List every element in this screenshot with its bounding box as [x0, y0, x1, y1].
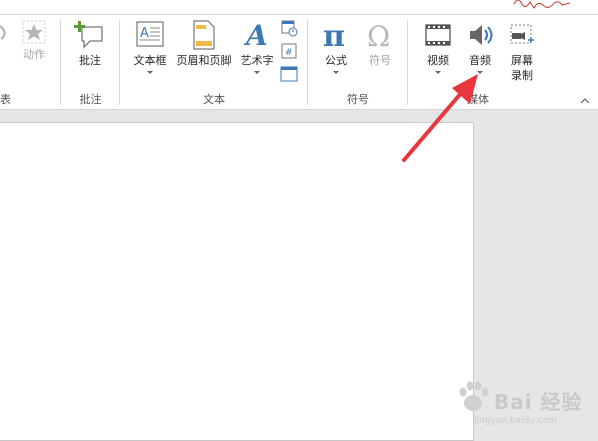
group-label-media: 媒体	[467, 93, 489, 106]
ribbon: 动作 表 批注 批注 A 文本框 页眉和页脚 A 艺术字 # 文本 π 公式 Ω…	[0, 0, 598, 110]
textbox-icon: A	[136, 21, 164, 47]
equation-button[interactable]: π 公式	[316, 19, 356, 74]
wordart-icon: A	[243, 19, 268, 51]
group-label-text: 文本	[203, 93, 225, 106]
chevron-down-icon	[333, 71, 339, 74]
slide-number-icon: #	[281, 43, 297, 59]
star-icon	[22, 20, 46, 44]
svg-text:π: π	[323, 19, 345, 51]
equation-label: 公式	[325, 54, 347, 67]
symbol-label: 符号	[369, 54, 391, 67]
svg-text:A: A	[243, 19, 268, 51]
slide-canvas[interactable]	[0, 122, 474, 441]
group-comments: 批注 批注	[61, 15, 120, 110]
audio-label: 音频	[469, 54, 491, 67]
comment-button[interactable]: 批注	[70, 19, 110, 68]
action-button[interactable]: 动作	[14, 19, 54, 62]
slide-workspace	[0, 110, 598, 441]
comment-label: 批注	[79, 54, 101, 67]
audio-button[interactable]: 音频	[460, 19, 500, 74]
screen-recording-label-line2: 录制	[511, 69, 533, 82]
film-icon	[425, 24, 451, 46]
header-footer-label: 页眉和页脚	[176, 54, 232, 67]
speaker-icon	[470, 25, 493, 45]
video-button[interactable]: 视频	[418, 19, 458, 74]
chevron-down-icon	[435, 71, 441, 74]
screen-recording-icon	[510, 24, 534, 44]
pi-icon: π	[323, 19, 345, 51]
video-label: 视频	[427, 54, 449, 67]
omega-icon: Ω	[367, 20, 390, 51]
link-icon	[0, 25, 6, 40]
action-label: 动作	[23, 48, 45, 61]
header-footer-button[interactable]: 页眉和页脚	[172, 19, 236, 68]
svg-text:A: A	[140, 26, 149, 41]
symbol-button[interactable]: Ω 符号	[360, 19, 400, 68]
group-cut-left: 动作 表	[0, 15, 61, 110]
date-time-button[interactable]	[280, 19, 298, 37]
group-label-symbols: 符号	[347, 93, 369, 106]
calendar-clock-icon	[281, 20, 298, 37]
screen-recording-label-line1: 屏幕	[511, 54, 533, 67]
collapse-ribbon-icon[interactable]	[578, 96, 592, 106]
group-text: A 文本框 页眉和页脚 A 艺术字 # 文本	[120, 15, 308, 110]
group-label-cut-left: 表	[0, 93, 11, 106]
wordart-button[interactable]: A 艺术字	[237, 19, 277, 74]
slide-number-button[interactable]: #	[280, 42, 298, 60]
textbox-button[interactable]: A 文本框	[128, 19, 172, 74]
svg-text:#: #	[285, 48, 293, 58]
group-media: 视频 音频 屏幕 录制 媒体	[408, 15, 548, 110]
chevron-down-icon	[477, 71, 483, 74]
hyperlink-button-partial[interactable]	[0, 19, 10, 51]
screen-recording-button[interactable]: 屏幕 录制	[502, 19, 542, 83]
header-footer-icon	[193, 20, 215, 50]
group-symbols: π 公式 Ω 符号 符号	[308, 15, 408, 110]
chevron-down-icon	[147, 71, 153, 74]
textbox-label: 文本框	[133, 54, 167, 67]
handwritten-signature	[513, 0, 571, 9]
insert-object-button[interactable]	[280, 65, 298, 83]
svg-text:Ω: Ω	[367, 20, 390, 51]
object-icon	[280, 66, 298, 82]
group-label-comments: 批注	[79, 93, 102, 106]
chevron-down-icon	[254, 71, 260, 74]
new-comment-icon	[74, 21, 103, 49]
wordart-label: 艺术字	[240, 54, 274, 67]
